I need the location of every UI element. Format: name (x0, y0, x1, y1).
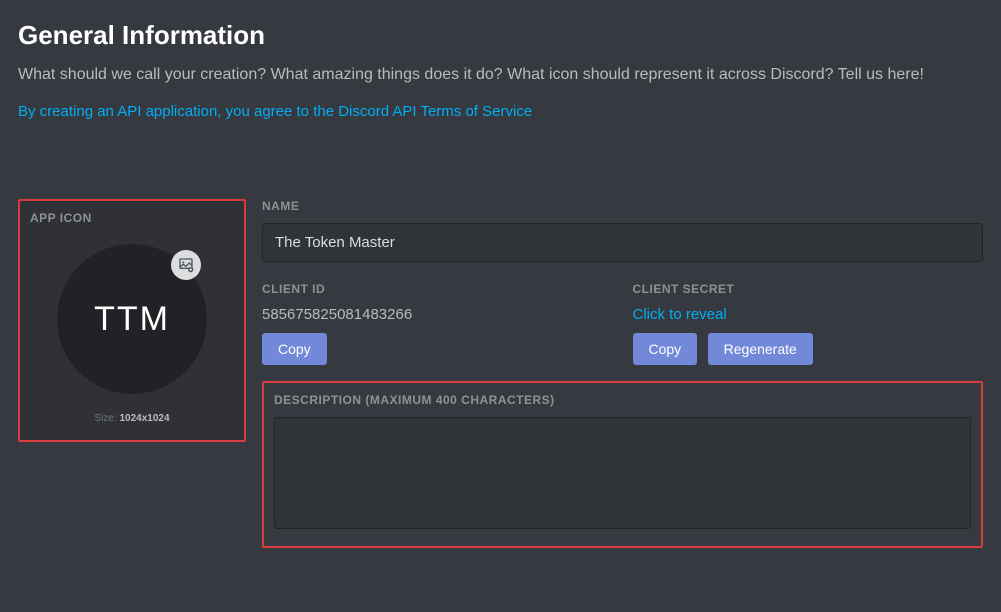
copy-secret-button[interactable]: Copy (633, 333, 698, 365)
reveal-secret-link[interactable]: Click to reveal (633, 306, 984, 323)
client-id-label: CLIENT ID (262, 282, 613, 296)
tos-link[interactable]: By creating an API application, you agre… (18, 103, 532, 120)
regenerate-secret-button[interactable]: Regenerate (708, 333, 813, 365)
name-label: NAME (262, 199, 983, 213)
name-input[interactable] (262, 223, 983, 262)
app-avatar: TTM (57, 244, 207, 394)
client-id-value: 585675825081483266 (262, 306, 613, 323)
description-textarea[interactable] (274, 417, 971, 529)
copy-client-id-button[interactable]: Copy (262, 333, 327, 365)
description-label: DESCRIPTION (MAXIMUM 400 CHARACTERS) (274, 393, 971, 407)
client-secret-label: CLIENT SECRET (633, 282, 984, 296)
app-icon-label: APP ICON (30, 211, 234, 225)
app-icon-size: Size: 1024x1024 (30, 413, 234, 424)
upload-image-icon[interactable] (171, 250, 201, 280)
app-icon-card: APP ICON TTM Size: 1 (18, 199, 246, 442)
app-icon-upload-area[interactable]: TTM (30, 235, 234, 403)
page-subtitle: What should we call your creation? What … (18, 63, 983, 87)
page-title: General Information (18, 20, 983, 51)
description-section: DESCRIPTION (MAXIMUM 400 CHARACTERS) (262, 381, 983, 548)
avatar-initials: TTM (94, 300, 170, 339)
